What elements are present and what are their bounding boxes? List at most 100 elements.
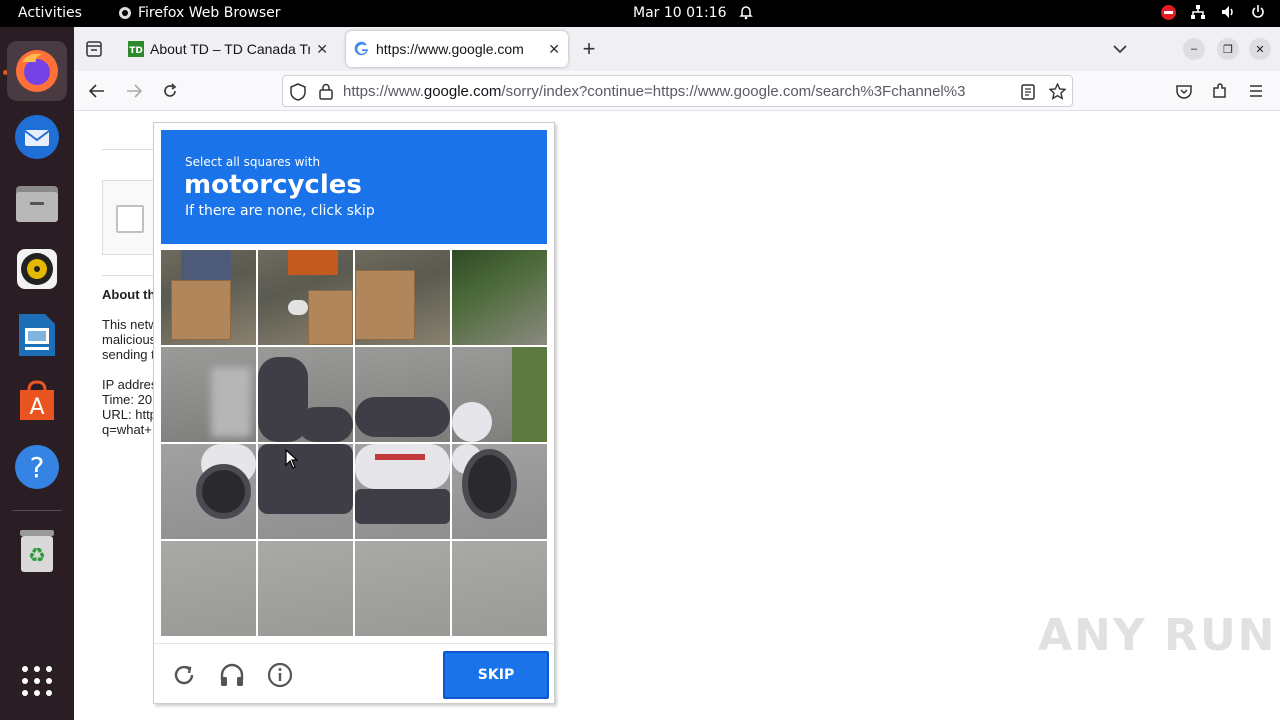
clock[interactable]: Mar 10 01:16 (633, 5, 726, 21)
recaptcha-checkbox[interactable] (116, 205, 144, 233)
image-tile[interactable] (355, 444, 450, 539)
time-line: Time: 20 (102, 392, 153, 407)
image-tile[interactable] (355, 347, 450, 442)
challenge-header: Select all squares with motorcycles If t… (161, 130, 547, 244)
audio-headphones-icon (220, 663, 244, 686)
about-heading: About th (102, 287, 154, 302)
dock-libreoffice-impress[interactable] (7, 305, 67, 365)
explanation-line: malicious (102, 332, 154, 347)
svg-text:?: ? (30, 451, 45, 484)
app-menu-button[interactable] (1246, 81, 1266, 101)
app-center-icon: A (20, 380, 54, 420)
dock-app-center[interactable]: A (7, 371, 67, 431)
tab-td-canada[interactable]: TD About TD – TD Canada Tr ✕ (120, 31, 336, 67)
dock-firefox[interactable] (7, 41, 67, 101)
dock-trash[interactable]: ♻ (7, 521, 67, 581)
image-tile[interactable] (161, 347, 256, 442)
reload-page-icon (164, 83, 177, 97)
notification-bell-icon[interactable] (738, 4, 754, 24)
challenge-footer: SKIP (154, 643, 554, 703)
close-window-button[interactable]: ✕ (1249, 38, 1271, 60)
minimize-icon: – (1190, 43, 1198, 55)
pocket-button[interactable] (1174, 81, 1194, 101)
svg-text:A: A (29, 395, 44, 420)
extensions-button[interactable] (1210, 81, 1230, 101)
image-tile[interactable] (355, 250, 450, 345)
reload-button[interactable] (159, 81, 181, 101)
image-tile[interactable] (355, 541, 450, 636)
do-not-disturb-icon[interactable] (1161, 4, 1176, 20)
network-icon[interactable] (1190, 4, 1206, 20)
reload-icon (174, 665, 194, 685)
image-tile[interactable] (452, 250, 547, 345)
address-bar[interactable]: https://www.google.com/sorry/index?conti… (282, 75, 1073, 107)
svg-text:♻: ♻ (28, 543, 46, 567)
image-tile[interactable] (161, 444, 256, 539)
reader-view-icon[interactable] (1021, 84, 1035, 100)
activities-button[interactable]: Activities (18, 5, 82, 21)
app-grid-icon (22, 666, 52, 696)
help-info-button[interactable] (267, 662, 293, 688)
minimize-button[interactable]: – (1183, 38, 1205, 60)
info-icon (267, 662, 293, 688)
skip-hint-text: If there are none, click skip (185, 203, 375, 219)
image-tile[interactable] (452, 541, 547, 636)
close-tab-icon[interactable]: ✕ (548, 41, 560, 58)
image-tile[interactable] (452, 347, 547, 442)
forward-button[interactable] (123, 81, 145, 101)
libreoffice-impress-icon (19, 314, 55, 356)
image-tile[interactable] (258, 250, 353, 345)
query-line: q=what+ (102, 422, 152, 437)
url-line: URL: http (102, 407, 154, 422)
tracking-protection-shield-icon[interactable] (290, 83, 306, 101)
system-tray[interactable] (1161, 4, 1266, 20)
instruction-text: Select all squares with (185, 155, 321, 169)
pocket-icon (1176, 84, 1192, 99)
volume-icon[interactable] (1220, 4, 1236, 20)
target-object-label: motorcycles (184, 170, 362, 200)
image-tile[interactable] (258, 541, 353, 636)
dock-rhythmbox[interactable] (7, 239, 67, 299)
plus-icon: + (582, 36, 596, 61)
close-tab-icon[interactable]: ✕ (316, 41, 328, 58)
rhythmbox-icon (17, 249, 57, 289)
back-button[interactable] (86, 81, 108, 101)
gnome-top-bar: Activities Firefox Web Browser Mar 10 01… (0, 0, 1280, 27)
image-tile[interactable] (161, 250, 256, 345)
lock-icon[interactable] (319, 83, 333, 100)
dock-help[interactable]: ? (7, 437, 67, 497)
bookmark-star-icon[interactable] (1049, 83, 1066, 100)
ip-address-line: IP addres (102, 377, 154, 392)
image-tile[interactable] (452, 444, 547, 539)
list-all-tabs-button[interactable] (1110, 39, 1130, 59)
restore-button[interactable]: ❐ (1217, 38, 1239, 60)
firefox-small-icon (119, 7, 131, 19)
reload-challenge-button[interactable] (171, 662, 197, 688)
power-icon[interactable] (1250, 4, 1266, 20)
app-menu[interactable]: Firefox Web Browser (118, 5, 281, 21)
svg-text:TD: TD (129, 46, 143, 56)
url-text[interactable]: https://www.google.com/sorry/index?conti… (343, 83, 1013, 100)
dock-files[interactable] (7, 173, 67, 233)
dock-thunderbird[interactable] (7, 107, 67, 167)
image-tile[interactable] (258, 347, 353, 442)
new-tab-button[interactable]: + (578, 36, 600, 61)
audio-challenge-button[interactable] (219, 662, 245, 688)
skip-button[interactable]: SKIP (443, 651, 549, 699)
tab-title: https://www.google.com (376, 41, 524, 57)
thunderbird-icon (15, 115, 59, 159)
anyrun-watermark: ANY RUN (1038, 610, 1277, 661)
tab-title: About TD – TD Canada Tr (150, 41, 311, 57)
tab-google[interactable]: https://www.google.com ✕ (346, 31, 568, 67)
image-tile[interactable] (161, 541, 256, 636)
image-tile[interactable] (258, 444, 353, 539)
firefox-view-button[interactable] (82, 39, 106, 59)
dock-show-apps[interactable] (7, 651, 67, 711)
back-arrow-icon (89, 84, 104, 98)
image-tile-grid (161, 250, 547, 636)
puzzle-piece-icon (1213, 83, 1226, 98)
trash-icon: ♻ (20, 530, 54, 572)
help-icon: ? (15, 445, 59, 489)
firefox-view-icon (86, 41, 102, 57)
files-icon (16, 186, 58, 222)
